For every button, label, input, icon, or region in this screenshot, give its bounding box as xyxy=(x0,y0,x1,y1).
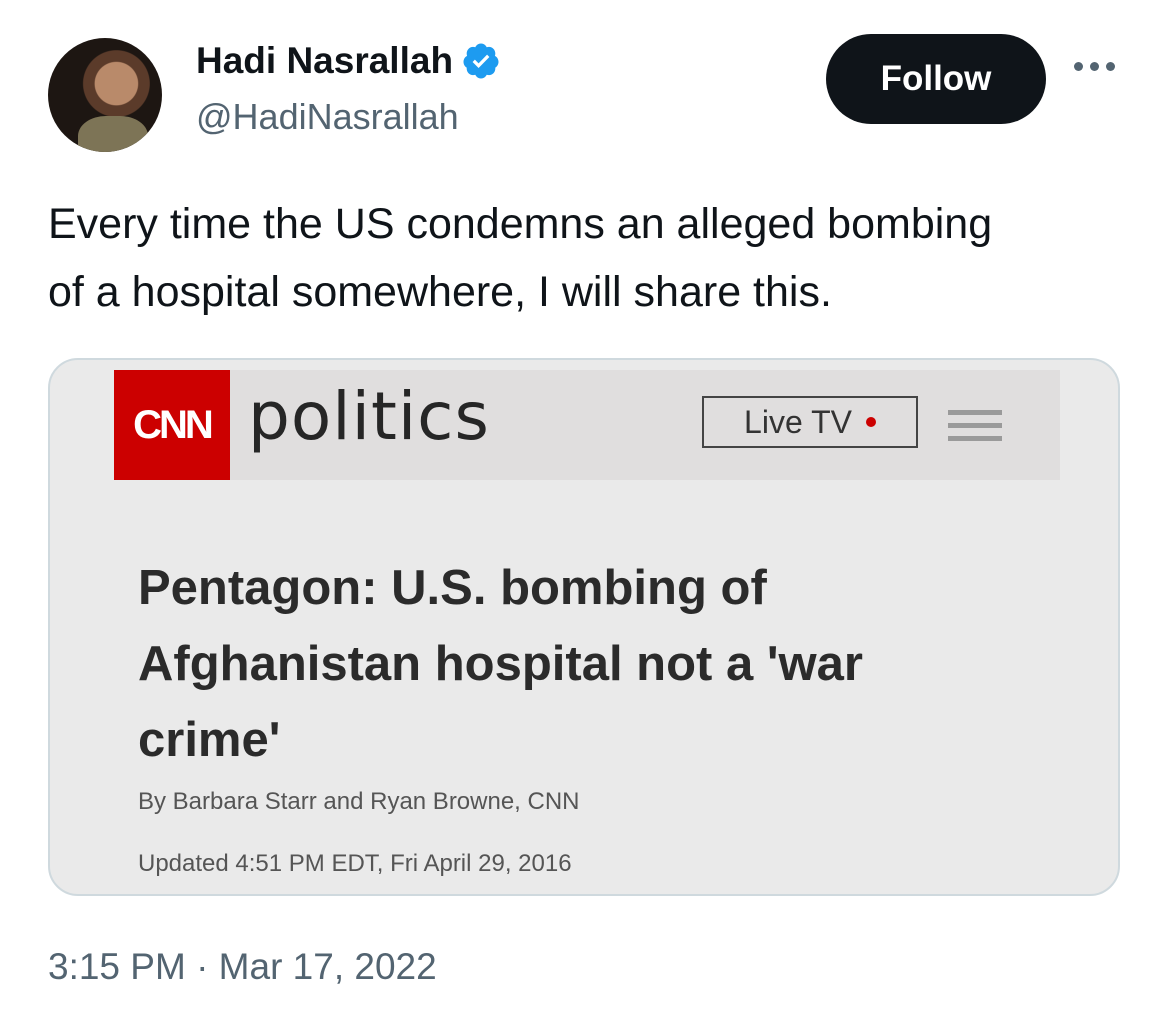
tweet-timestamp[interactable]: 3:15 PM · Mar 17, 2022 xyxy=(48,946,437,988)
author-handle[interactable]: @HadiNasrallah xyxy=(196,96,459,138)
tweet-text: Every time the US condemns an alleged bo… xyxy=(48,200,993,316)
follow-button[interactable]: Follow xyxy=(826,34,1046,124)
author-name-row: Hadi Nasrallah xyxy=(196,40,501,82)
media-image[interactable]: CNN politics Live TV Pentagon: U.S. bomb… xyxy=(48,358,1120,896)
article-updated: Updated 4:51 PM EDT, Fri April 29, 2016 xyxy=(138,850,572,877)
avatar-shirt xyxy=(78,116,148,152)
author-name[interactable]: Hadi Nasrallah xyxy=(196,40,453,82)
more-dot xyxy=(1074,62,1083,71)
avatar[interactable] xyxy=(48,38,162,152)
live-tv-button: Live TV xyxy=(702,396,918,448)
section-title: politics xyxy=(248,378,490,455)
cnn-logo: CNN xyxy=(114,370,230,480)
more-options-icon[interactable] xyxy=(1074,62,1115,71)
cnn-header: CNN politics Live TV xyxy=(114,370,1060,480)
live-tv-label: Live TV xyxy=(744,403,852,440)
article-headline: Pentagon: U.S. bombing of Afghanistan ho… xyxy=(138,561,863,767)
hamburger-menu-icon xyxy=(948,410,1002,441)
more-dot xyxy=(1106,62,1115,71)
verified-badge-icon xyxy=(463,43,499,79)
article-byline: By Barbara Starr and Ryan Browne, CNN xyxy=(138,788,580,815)
live-dot-icon xyxy=(865,417,876,427)
more-dot xyxy=(1090,62,1099,71)
